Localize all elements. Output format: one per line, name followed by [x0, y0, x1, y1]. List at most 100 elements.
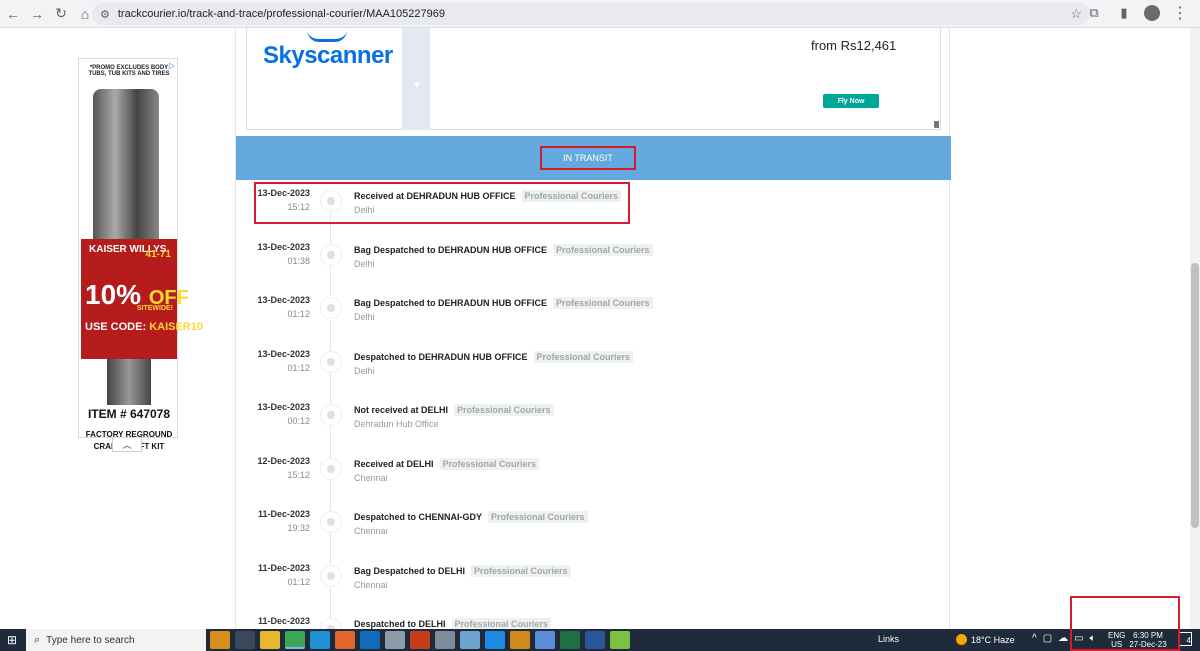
courier-tag: Professional Couriers — [439, 457, 540, 470]
tracking-event: 11-Dec-2023 01:12 Bag Despatched to DELHI P… — [236, 563, 951, 611]
status-label: IN TRANSIT — [540, 146, 636, 170]
event-time: 01:12 — [287, 576, 310, 587]
file-explorer-icon[interactable] — [260, 631, 280, 649]
courier-tag: Professional Couriers — [454, 404, 554, 416]
web-page: *PROMO EXCLUDES BODY TUBS, TUB KITS AND … — [0, 28, 1200, 629]
event-location: Dehradun Hub Office — [354, 419, 439, 429]
triangle-down-icon: ▼ — [412, 80, 422, 91]
flight-price: from Rs12,461 — [811, 38, 897, 53]
tray-highlight-box — [1070, 596, 1180, 651]
extensions-icon[interactable]: ⧉ — [1084, 3, 1104, 23]
event-title-text: Despatched to CHENNAI-GDY — [354, 512, 483, 522]
skyscanner-logo-icon — [307, 30, 347, 42]
ad-code: KAISER10 — [149, 321, 203, 333]
event-location: Delhi — [354, 312, 375, 322]
ad-divider — [402, 28, 430, 130]
skyscanner-logo: Skyscanner — [263, 42, 393, 69]
sublime-icon[interactable] — [510, 631, 530, 649]
cloud-icon[interactable]: ☁ — [1058, 633, 1068, 644]
chrome-icon[interactable] — [285, 631, 305, 649]
bookmark-star-icon[interactable]: ☆ — [1070, 6, 1082, 22]
ad-percent: 10% — [85, 279, 142, 310]
crankshaft-image — [93, 89, 159, 259]
ad-offer-panel: KAISER WILLYS 41-71 10% OFF SITEWIDE! US… — [81, 239, 203, 359]
event-title-text: Bag Despatched to DELHI — [354, 565, 466, 576]
event-title-text: Received at DELHI — [354, 458, 434, 469]
event-date: 13-Dec-2023 — [257, 402, 310, 412]
side-panel-icon[interactable]: ▮ — [1114, 3, 1134, 23]
event-location: Delhi — [354, 258, 375, 269]
notification-center-icon[interactable]: 4 — [1178, 632, 1192, 646]
firefox-icon[interactable] — [335, 631, 355, 649]
weather-haze-icon — [956, 634, 967, 645]
timeline-dot-icon — [320, 511, 342, 533]
event-location: Chennai — [354, 526, 388, 536]
event-time: 19:32 — [287, 523, 310, 533]
event-title-text: Bag Despatched to DEHRADUN HUB OFFICE — [354, 244, 548, 255]
tracking-event: 13-Dec-2023 00:12 Not received at DELHI Pro… — [236, 402, 951, 450]
tracking-event: 13-Dec-2023 01:38 Bag Despatched to DEHRAD… — [236, 242, 951, 290]
ad-promo-text: *PROMO EXCLUDES BODY TUBS, TUB KITS AND … — [88, 65, 170, 77]
page-scrollbar[interactable] — [1190, 28, 1200, 629]
calculator-icon[interactable] — [435, 631, 455, 649]
site-info-icon[interactable]: ⚙ — [100, 8, 110, 21]
skyscanner-ad[interactable]: Skyscanner ▼ from Rs12,461 Fly Now — [246, 28, 941, 130]
event-title: Bag Despatched to DEHRADUN HUB OFFICE Pro… — [354, 243, 653, 256]
event-location: Chennai — [354, 579, 388, 590]
reload-icon[interactable]: ↻ — [50, 3, 72, 25]
tracking-event: 13-Dec-2023 01:12 Despatched to DEHRADUN H… — [236, 349, 951, 397]
task-view-icon[interactable] — [235, 631, 255, 649]
tracking-content: Skyscanner ▼ from Rs12,461 Fly Now IN TR… — [235, 28, 951, 629]
back-icon[interactable]: ← — [2, 3, 24, 25]
taskbar-links[interactable]: Links — [878, 634, 899, 644]
timeline-dot-icon — [320, 618, 342, 629]
adchoices-icon[interactable]: ▷ — [169, 61, 175, 70]
event-time: 01:12 — [287, 309, 310, 319]
app-icon[interactable] — [610, 631, 630, 649]
weather-widget[interactable]: 18°C Haze — [956, 634, 1015, 645]
app-icon[interactable] — [535, 631, 555, 649]
windows-start-icon[interactable]: ⊞ — [0, 629, 24, 651]
tracking-event: 11-Dec-2023 19:32 Despatched to CHENNAI-GD… — [236, 509, 951, 557]
ie-icon[interactable] — [485, 631, 505, 649]
briefcase-icon[interactable] — [210, 631, 230, 649]
outlook-icon[interactable] — [360, 631, 380, 649]
taskbar-search[interactable]: ⌕ Type here to search — [26, 629, 206, 651]
courier-tag: Professional Couriers — [533, 350, 634, 363]
fly-now-button[interactable]: Fly Now — [823, 94, 879, 108]
event-title-text: Bag Despatched to DEHRADUN HUB OFFICE — [354, 298, 548, 308]
weather-text: 18°C Haze — [971, 634, 1015, 645]
taskbar-apps — [210, 631, 630, 649]
word-icon[interactable] — [585, 631, 605, 649]
search-placeholder: Type here to search — [46, 634, 135, 646]
profile-avatar[interactable] — [1144, 5, 1160, 21]
event-title: Despatched to DEHRADUN HUB OFFICE Profess… — [354, 350, 634, 363]
event-date: 11-Dec-2023 — [257, 562, 310, 573]
edge-icon[interactable] — [310, 631, 330, 649]
tray-app-icon[interactable]: ▢ — [1043, 633, 1052, 644]
timeline-dot-icon — [320, 350, 342, 373]
event-title: Not received at DELHI Professional Courie… — [354, 404, 554, 416]
forward-icon[interactable]: → — [26, 3, 48, 25]
timeline-dot-icon — [320, 564, 342, 587]
ad-collapse-chevron-icon[interactable]: ︿ — [112, 438, 142, 452]
address-bar[interactable]: ⚙ trackcourier.io/track-and-trace/profes… — [92, 3, 1090, 25]
highlight-box — [254, 182, 630, 224]
excel-icon[interactable] — [560, 631, 580, 649]
left-ad-banner[interactable]: *PROMO EXCLUDES BODY TUBS, TUB KITS AND … — [78, 58, 203, 451]
event-time: 00:12 — [287, 416, 310, 426]
courier-tag: Professional Couriers — [488, 511, 588, 523]
courier-tag: Professional Couriers — [553, 243, 653, 256]
browser-toolbar: ← → ↻ ⌂ ⚙ trackcourier.io/track-and-trac… — [0, 0, 1200, 28]
crankshaft-shaft-image — [107, 359, 151, 405]
chevron-up-icon[interactable]: ^ — [1032, 633, 1037, 644]
event-title-text: Not received at DELHI — [354, 405, 449, 415]
ad-code-line: USE CODE: KAISER10 — [85, 321, 203, 333]
app-icon[interactable] — [460, 631, 480, 649]
scrollbar-thumb[interactable] — [1191, 263, 1199, 528]
event-title: Despatched to CHENNAI-GDY Professional Co… — [354, 511, 588, 523]
menu-dots-icon[interactable]: ⋮ — [1170, 3, 1190, 23]
app-icon[interactable] — [385, 631, 405, 649]
search-icon: ⌕ — [34, 633, 41, 646]
powerpoint-icon[interactable] — [410, 631, 430, 649]
